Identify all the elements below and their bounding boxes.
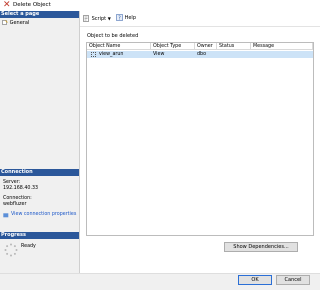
script-icon (83, 15, 89, 22)
column-header-owner[interactable]: Owner (195, 43, 217, 50)
ok-button[interactable]: OK (238, 275, 272, 285)
cell-message (251, 51, 313, 58)
server-value: 192.168.40.33 (3, 186, 39, 191)
select-page-header: Select a page (0, 11, 79, 18)
chevron-down-icon[interactable]: ▼ (108, 16, 111, 21)
dialog-footer (0, 273, 320, 290)
page-icon (2, 20, 8, 25)
column-header-status[interactable]: Status (217, 43, 251, 50)
show-dependencies-button[interactable]: Show Dependencies... (224, 242, 298, 252)
sidebar-item-label: General (9, 20, 30, 26)
cell-object-name: view_arun (97, 51, 151, 58)
help-icon: ? (116, 14, 123, 21)
cancel-button[interactable]: Cancel (276, 275, 310, 285)
window-title: Delete Object (13, 2, 51, 8)
progress-header: Progress (0, 232, 79, 239)
connection-value: webfluzer (3, 202, 27, 207)
progress-spinner-icon (4, 243, 18, 257)
delete-x-icon: ✕ (3, 0, 11, 10)
left-pane: Select a page General Connection Server:… (0, 11, 80, 273)
objects-to-delete-label: Object to be deleted (87, 33, 139, 39)
sidebar-item-general[interactable]: General (2, 20, 62, 27)
connection-header: Connection (0, 169, 79, 176)
cell-status (217, 51, 251, 58)
objects-grid[interactable]: Object Name Object Type Owner Status Mes… (86, 42, 314, 236)
column-header-object-type[interactable]: Object Type (151, 43, 195, 50)
view-connection-properties-link[interactable]: View connection properties (11, 212, 76, 218)
help-button[interactable]: ? Help (116, 14, 136, 23)
progress-status: Ready (21, 244, 36, 249)
svg-text:?: ? (118, 15, 121, 21)
title-bar: ✕ Delete Object (0, 0, 320, 11)
help-label: Help (124, 15, 136, 21)
column-header-message[interactable]: Message (251, 43, 313, 50)
column-header-object-name[interactable]: Object Name (87, 43, 151, 50)
toolbar: Script ▼ ? Help (80, 11, 320, 27)
script-label: Script (91, 16, 107, 22)
row-selector-icon (91, 52, 96, 57)
cell-object-type: View (151, 51, 195, 58)
script-button[interactable]: Script ▼ (83, 14, 111, 23)
cell-owner: dbo (195, 51, 217, 58)
connection-properties-icon (3, 213, 9, 218)
